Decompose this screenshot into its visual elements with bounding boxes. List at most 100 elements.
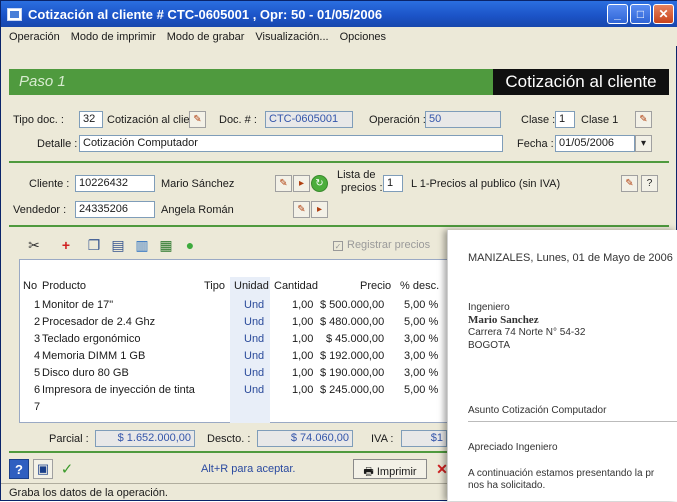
letter-greeting: Apreciado Ingeniero — [468, 442, 558, 453]
minimize-button[interactable]: _ — [607, 4, 628, 24]
step-banner: Paso 1 Cotización al cliente — [9, 69, 669, 95]
fecha-dropdown-icon[interactable]: ▾ — [635, 135, 652, 152]
fecha-label: Fecha : — [517, 138, 554, 150]
delete-row-icon[interactable]: ▥ — [133, 237, 151, 253]
descto-label: Descto. : — [207, 433, 251, 445]
cell-unidad: Und — [244, 384, 265, 396]
step-title: Paso 1 — [19, 73, 66, 90]
cell-unidad: Und — [244, 299, 265, 311]
cell-producto: Procesador de 2.4 Ghz — [42, 316, 156, 328]
section-divider-2 — [9, 225, 669, 227]
registrar-precios-checkbox[interactable]: ✓ Registrar precios — [333, 239, 430, 251]
cliente-name: Mario Sánchez — [161, 178, 235, 190]
print-button[interactable]: 🖶 Imprimir — [353, 459, 427, 479]
cliente-code-field[interactable]: 10226432 — [75, 175, 155, 192]
cell-desc: 3,00 % — [404, 350, 439, 362]
cell-desc: 3,00 % — [404, 333, 439, 345]
help-icon[interactable]: ? — [9, 459, 29, 479]
refresh-icon[interactable]: ● — [181, 237, 199, 253]
save-icon[interactable]: ▣ — [33, 459, 53, 479]
cell-no: 2 — [34, 316, 41, 328]
vendedor-edit-icon[interactable]: ✎ — [293, 201, 310, 218]
col-unidad[interactable]: Unidad — [234, 280, 269, 292]
letter-date: MANIZALES, Lunes, 01 de Mayo de 2006 — [468, 252, 673, 264]
cell-no: 3 — [34, 333, 41, 345]
accept-check-icon[interactable]: ✓ — [57, 459, 77, 479]
paste-icon[interactable]: ▤ — [109, 237, 127, 253]
menu-visualizacion[interactable]: Visualización... — [255, 31, 328, 43]
table-row[interactable]: 3 Teclado ergonómico Und 1,00 $ 45.000,00 3,0… — [20, 333, 448, 349]
cell-no: 1 — [34, 299, 41, 311]
title-bar[interactable]: Cotización al cliente # CTC-0605001 , Op… — [1, 1, 677, 27]
col-no[interactable]: No — [23, 280, 37, 292]
cliente-label: Cliente : — [29, 178, 70, 190]
cliente-edit-icon[interactable]: ✎ — [275, 175, 292, 192]
doc-number-label: Doc. # : — [219, 114, 257, 126]
help-button[interactable]: ? — [641, 175, 658, 192]
menu-modo-grabar[interactable]: Modo de grabar — [167, 31, 245, 43]
cliente-lookup-icon[interactable]: ▸ — [293, 175, 310, 192]
cell-producto: Teclado ergonómico — [42, 333, 141, 345]
copy-icon[interactable]: ❐ — [85, 237, 103, 253]
descto-field: $ 74.060,00 — [257, 430, 353, 447]
cell-producto: Impresora de inyección de tinta — [42, 384, 195, 396]
table-row[interactable]: 6 Impresora de inyección de tinta Und 1,00 $… — [20, 384, 448, 400]
status-text: Graba los datos de la operación. — [9, 487, 168, 499]
col-precio[interactable]: Precio — [360, 280, 391, 292]
vendedor-name: Angela Román — [161, 204, 234, 216]
cell-no: 6 — [34, 384, 41, 396]
col-desc[interactable]: % desc. — [400, 280, 439, 292]
cut-icon[interactable]: ✂ — [25, 237, 43, 253]
tipo-doc-lookup-icon[interactable]: ✎ — [189, 111, 206, 128]
menu-operacion[interactable]: Operación — [9, 31, 60, 43]
lista-lookup-icon[interactable]: ✎ — [621, 175, 638, 192]
cell-producto: Disco duro 80 GB — [42, 367, 129, 379]
cell-unidad: Und — [244, 367, 265, 379]
menu-opciones[interactable]: Opciones — [340, 31, 386, 43]
close-button[interactable]: ✕ — [653, 4, 674, 24]
cell-no: 7 — [34, 401, 41, 413]
cell-unidad: Und — [244, 333, 265, 345]
lista-label-line1: Lista de — [337, 169, 376, 181]
clase-name: Clase 1 — [581, 114, 619, 126]
cell-cantidad: 1,00 — [292, 367, 314, 379]
col-cantidad[interactable]: Cantidad — [274, 280, 318, 292]
window-title: Cotización al cliente # CTC-0605001 , Op… — [28, 6, 383, 22]
table-row[interactable]: 2 Procesador de 2.4 Ghz Und 1,00 $ 480.000,0… — [20, 316, 448, 332]
calculator-icon[interactable]: ▦ — [157, 237, 175, 253]
lista-code-field[interactable]: 1 — [383, 175, 403, 192]
cell-cantidad: 1,00 — [292, 350, 314, 362]
fecha-field[interactable]: 01/05/2006 — [555, 135, 635, 152]
letter-address: Carrera 74 Norte N° 54-32 — [468, 327, 586, 338]
clase-lookup-icon[interactable]: ✎ — [635, 111, 652, 128]
menu-modo-imprimir[interactable]: Modo de imprimir — [71, 31, 156, 43]
vendedor-lookup-icon[interactable]: ▸ — [311, 201, 328, 218]
cliente-refresh-icon[interactable]: ↻ — [311, 175, 328, 192]
cell-no: 4 — [34, 350, 41, 362]
tipo-doc-code-field[interactable]: 32 — [79, 111, 103, 128]
detalle-field[interactable]: Cotización Computador — [79, 135, 503, 152]
cell-desc: 5,00 % — [404, 384, 439, 396]
clase-code-field[interactable]: 1 — [555, 111, 575, 128]
table-row[interactable]: 4 Memoria DIMM 1 GB Und 1,00 $ 192.000,00 3,0… — [20, 350, 448, 366]
letter-rule — [468, 421, 677, 422]
cell-desc: 5,00 % — [404, 316, 439, 328]
cell-desc: 5,00 % — [404, 299, 439, 311]
col-producto[interactable]: Producto — [42, 280, 86, 292]
checkbox-icon: ✓ — [333, 241, 343, 251]
letter-title: Ingeniero — [468, 302, 510, 313]
vendedor-code-field[interactable]: 24335206 — [75, 201, 155, 218]
col-tipo[interactable]: Tipo — [204, 280, 225, 292]
cell-precio: $ 480.000,00 — [320, 316, 385, 328]
table-row[interactable]: 1 Monitor de 17" Und 1,00 $ 500.000,00 5,00 % — [20, 299, 448, 315]
table-row[interactable]: 7 — [20, 401, 448, 417]
parcial-field: $ 1.652.000,00 — [95, 430, 195, 447]
menu-bar: Operación Modo de imprimir Modo de graba… — [1, 27, 677, 46]
cell-cantidad: 1,00 — [292, 316, 314, 328]
products-grid[interactable]: No Producto Tipo Unidad Cantidad Precio … — [19, 259, 449, 423]
table-row[interactable]: 5 Disco duro 80 GB Und 1,00 $ 190.000,00 3,00… — [20, 367, 448, 383]
maximize-button[interactable]: □ — [630, 4, 651, 24]
detalle-label: Detalle : — [37, 138, 78, 150]
add-row-icon[interactable]: + — [57, 237, 75, 253]
section-divider — [9, 161, 669, 163]
